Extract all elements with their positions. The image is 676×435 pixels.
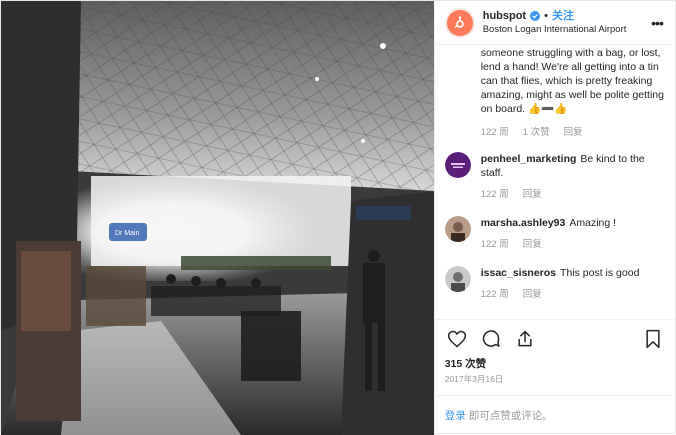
caption-reply-button[interactable]: 回复 [564,124,583,138]
comment-meta: 122 周 回复 [481,188,665,202]
commenter-avatar[interactable] [444,216,471,242]
commenter-avatar[interactable] [444,266,471,292]
comment-meta: 122 周 回复 [481,288,640,302]
comment-item: issac_sisneros This post is good 122 周 回复 [444,266,665,316]
comments-list[interactable]: someone struggling with a bag, or lost, … [435,45,675,319]
commenter-avatar[interactable] [444,152,471,178]
login-prompt-text: 即可点赞或评论。 [468,410,553,422]
like-button[interactable] [445,327,469,351]
share-upload-icon [518,330,532,346]
verified-badge-icon [530,11,541,21]
comment-username[interactable]: issac_sisneros [481,267,556,279]
comment-reply-button[interactable]: 回复 [523,288,542,302]
caption-time: 122 周 [480,127,509,138]
post-header: hubspot • 关注 Boston Logan International … [434,1,675,45]
more-options-icon[interactable]: ••• [649,16,665,30]
comment-item: marsha.ashley93 Amazing ! 122 周 回复 [444,216,665,266]
account-avatar[interactable] [444,7,475,38]
comment-button[interactable] [479,327,503,351]
terminal-sign: Dr Main [115,230,140,237]
comment-reply-button[interactable]: 回复 [523,238,542,252]
caption-likes[interactable]: 1 次赞 [523,124,550,138]
separator-dot: • [544,10,548,22]
comment-meta: 122 周 回复 [481,238,616,252]
bookmark-icon [646,329,660,348]
comment-time: 122 周 [480,189,509,200]
share-button[interactable] [513,327,537,351]
airport-terminal-photo: Dr Main [1,1,434,435]
post-photo[interactable]: Dr Main [1,1,434,435]
likes-count[interactable]: 315 次赞 [435,357,675,371]
post-caption: someone struggling with a bag, or lost, … [480,47,664,115]
comment-item: penheel_marketing Be kind to the staff. 1… [444,152,665,216]
comment-time: 122 周 [480,289,509,300]
comment-text: Amazing ! [569,217,617,229]
heart-icon [447,330,466,347]
post-sidebar: hubspot • 关注 Boston Logan International … [433,1,675,435]
post-actions [434,319,675,357]
instagram-post: Dr Main hubspot • 关注 Boston Logan Intern… [0,0,676,435]
save-button[interactable] [641,327,665,351]
login-prompt: 登录 即可点赞或评论。 [434,395,675,435]
comment-bubble-icon [482,329,500,347]
caption-meta: 122 周 1 次赞 回复 [445,124,665,138]
login-link[interactable]: 登录 [445,408,466,423]
follow-button[interactable]: 关注 [552,9,574,23]
comment-username[interactable]: penheel_marketing [481,153,577,165]
account-username[interactable]: hubspot [483,9,526,23]
comment-time: 122 周 [480,239,509,250]
post-location[interactable]: Boston Logan International Airport [483,23,649,36]
comment-username[interactable]: marsha.ashley93 [481,217,566,229]
post-date: 2017年3月16日 [444,374,504,384]
comment-reply-button[interactable]: 回复 [523,188,542,202]
comment-text: This post is good [560,267,640,279]
hubspot-logo-icon [446,9,473,36]
